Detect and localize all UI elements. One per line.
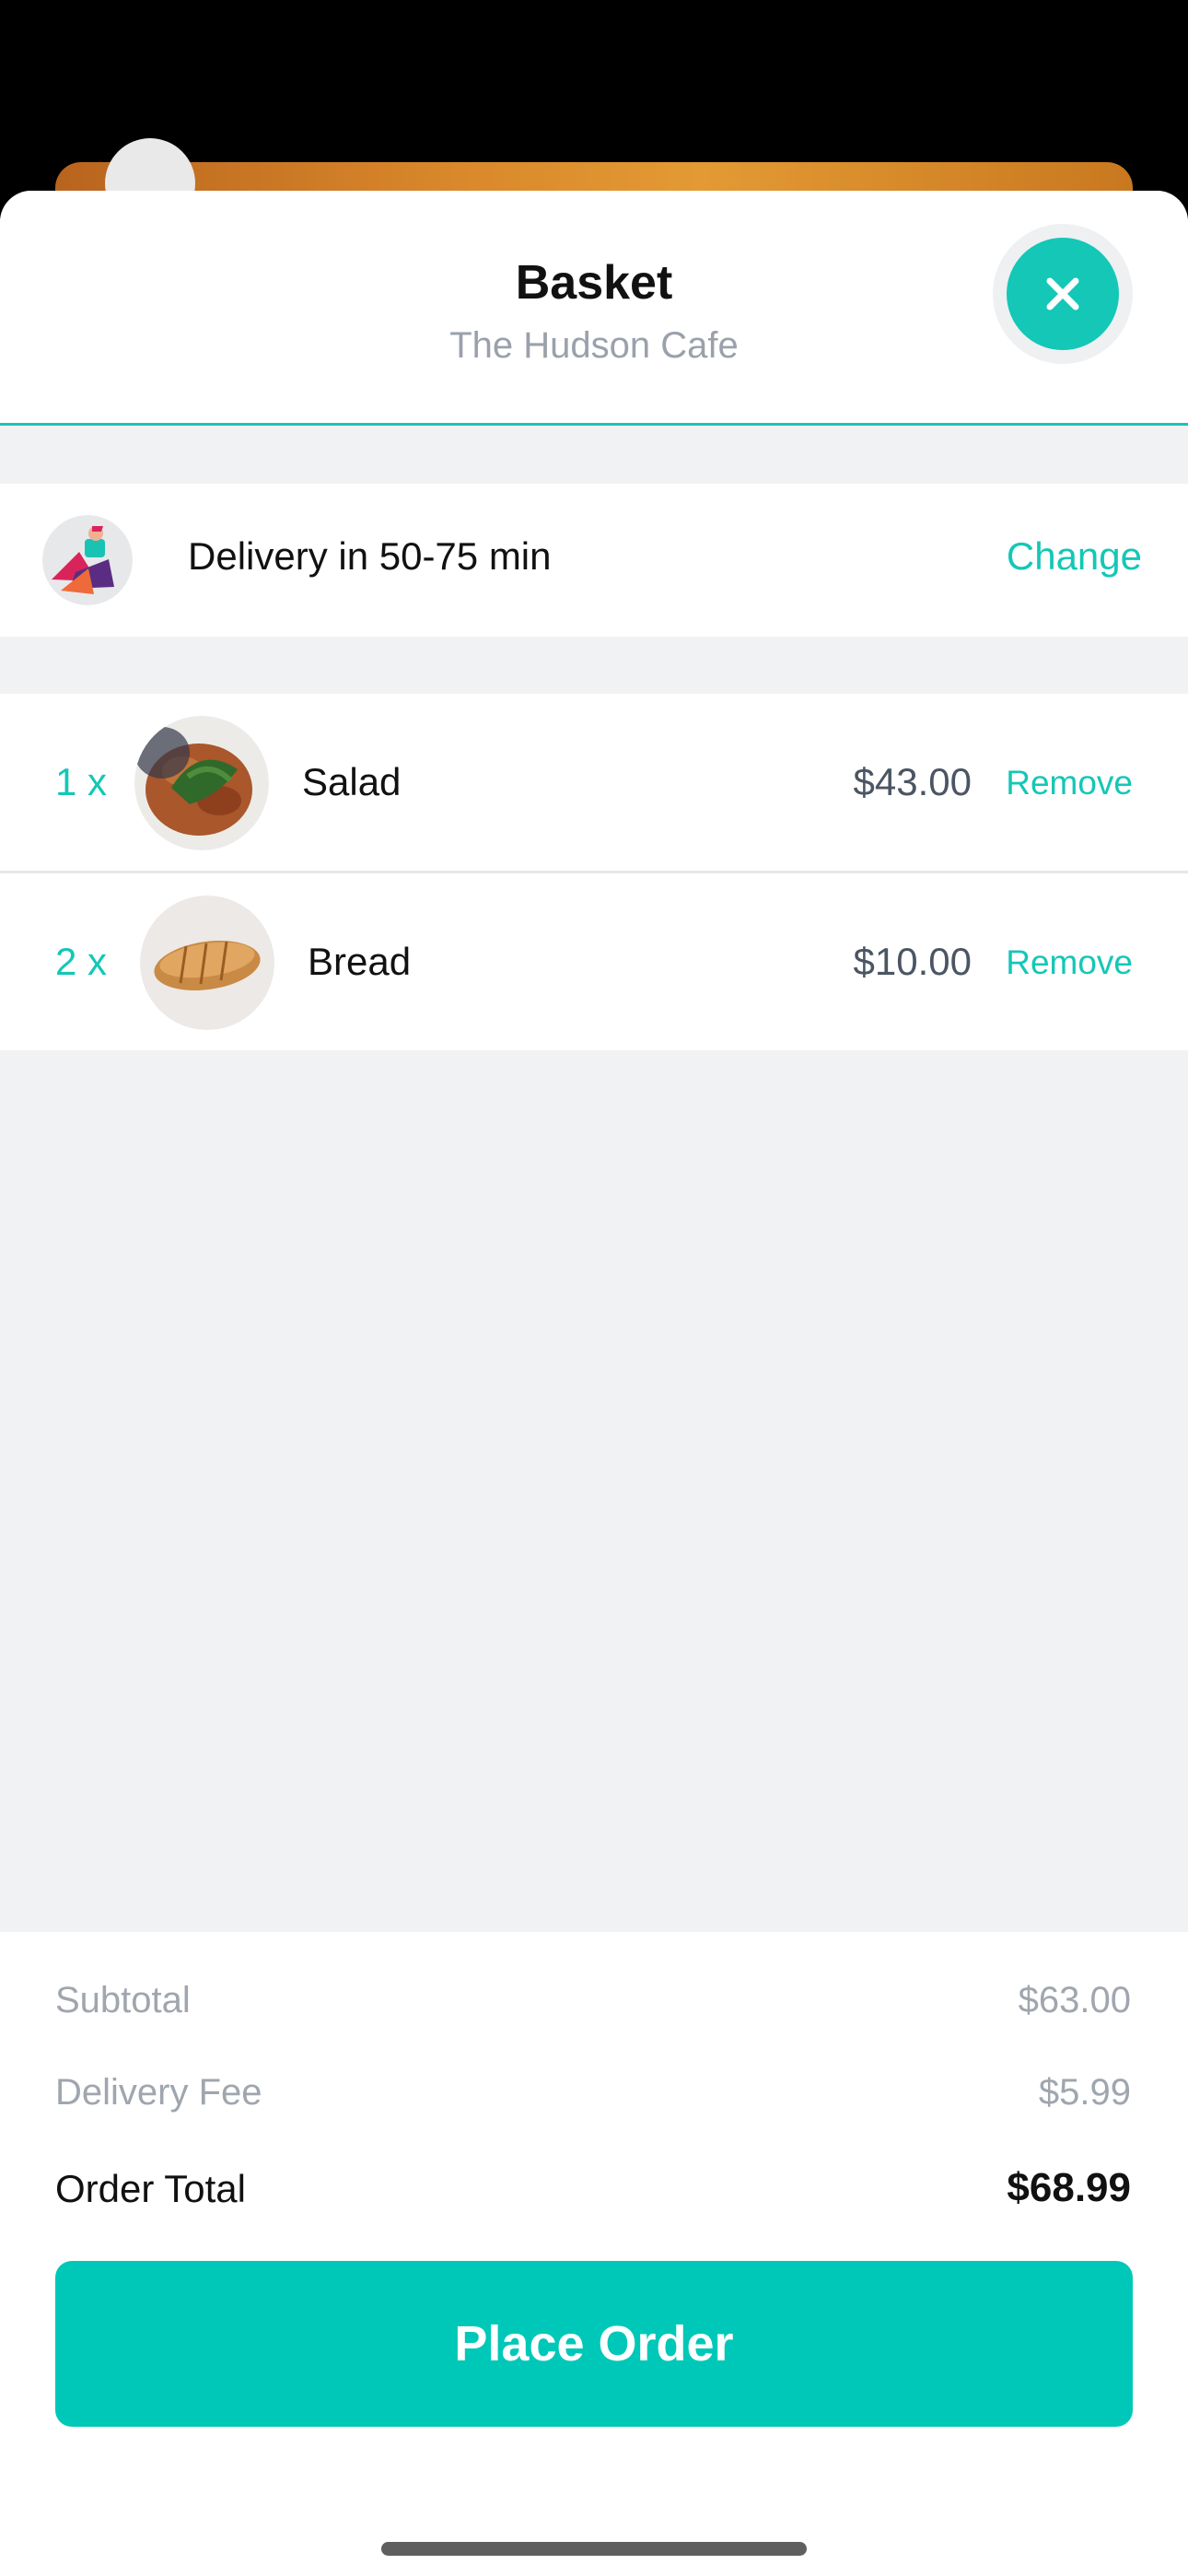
place-order-button[interactable]: Place Order <box>55 2261 1133 2427</box>
salad-image <box>134 716 269 850</box>
order-total-label: Order Total <box>55 2167 246 2210</box>
close-icon[interactable] <box>1007 238 1119 350</box>
item-name: Bread <box>308 940 412 983</box>
delivery-time-text: Delivery in 50-75 min <box>188 534 552 578</box>
subtotal-label: Subtotal <box>55 1980 191 2020</box>
basket-header: Basket The Hudson Cafe <box>0 191 1188 426</box>
item-price: $10.00 <box>853 940 972 983</box>
subtotal-value: $63.00 <box>1018 1980 1131 2020</box>
delivery-time-row: Delivery in 50-75 min Change <box>0 484 1188 637</box>
delivery-fee-label: Delivery Fee <box>55 2072 262 2113</box>
item-name: Salad <box>302 760 402 803</box>
remove-item-button[interactable]: Remove <box>1006 764 1133 802</box>
order-total-value: $68.99 <box>1007 2165 1131 2210</box>
change-delivery-button[interactable]: Change <box>1007 534 1142 579</box>
home-indicator[interactable] <box>381 2542 807 2556</box>
item-quantity[interactable]: 1 x <box>55 760 107 804</box>
close-button[interactable] <box>993 224 1133 364</box>
basket-item: 2 x Bread $10.00 Remove <box>0 873 1188 1050</box>
basket-sheet: Basket The Hudson Cafe Delivery in 50-75… <box>0 191 1188 2576</box>
item-quantity[interactable]: 2 x <box>55 940 107 984</box>
delivery-scooter-icon <box>42 515 133 605</box>
item-price: $43.00 <box>853 760 972 803</box>
remove-item-button[interactable]: Remove <box>1006 943 1133 982</box>
delivery-fee-value: $5.99 <box>1038 2072 1131 2113</box>
bread-image <box>140 896 274 1030</box>
basket-item: 1 x Salad $43.00 Remove <box>0 694 1188 871</box>
order-summary: Subtotal $63.00 Delivery Fee $5.99 Order… <box>0 1932 1188 2576</box>
